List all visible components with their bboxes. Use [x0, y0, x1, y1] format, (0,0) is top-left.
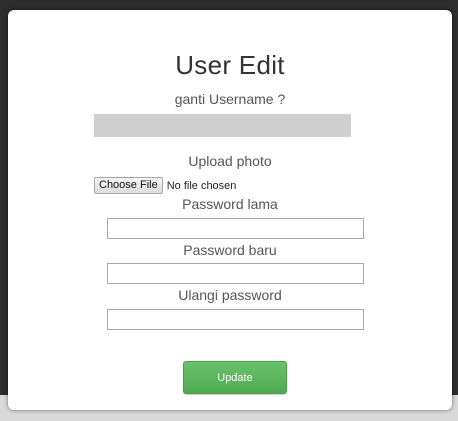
username-label: ganti Username ?: [174, 91, 286, 107]
repeat-password-input[interactable]: [107, 309, 364, 330]
repeat-password-label: Ulangi password: [178, 287, 282, 303]
old-password-input[interactable]: [107, 218, 364, 239]
old-password-label: Password lama: [182, 196, 278, 212]
choose-file-button[interactable]: Choose File: [94, 177, 163, 194]
new-password-label: Password baru: [183, 242, 277, 258]
file-input[interactable]: Choose File No file chosen: [94, 177, 236, 194]
update-button[interactable]: Update: [183, 361, 287, 394]
file-status-text: No file chosen: [166, 179, 237, 192]
new-password-input[interactable]: [107, 263, 364, 284]
username-input[interactable]: [94, 114, 351, 137]
user-edit-modal: User Edit ganti Username ? Upload photo …: [8, 10, 452, 410]
upload-photo-label: Upload photo: [188, 153, 272, 169]
modal-title: User Edit: [175, 50, 285, 80]
